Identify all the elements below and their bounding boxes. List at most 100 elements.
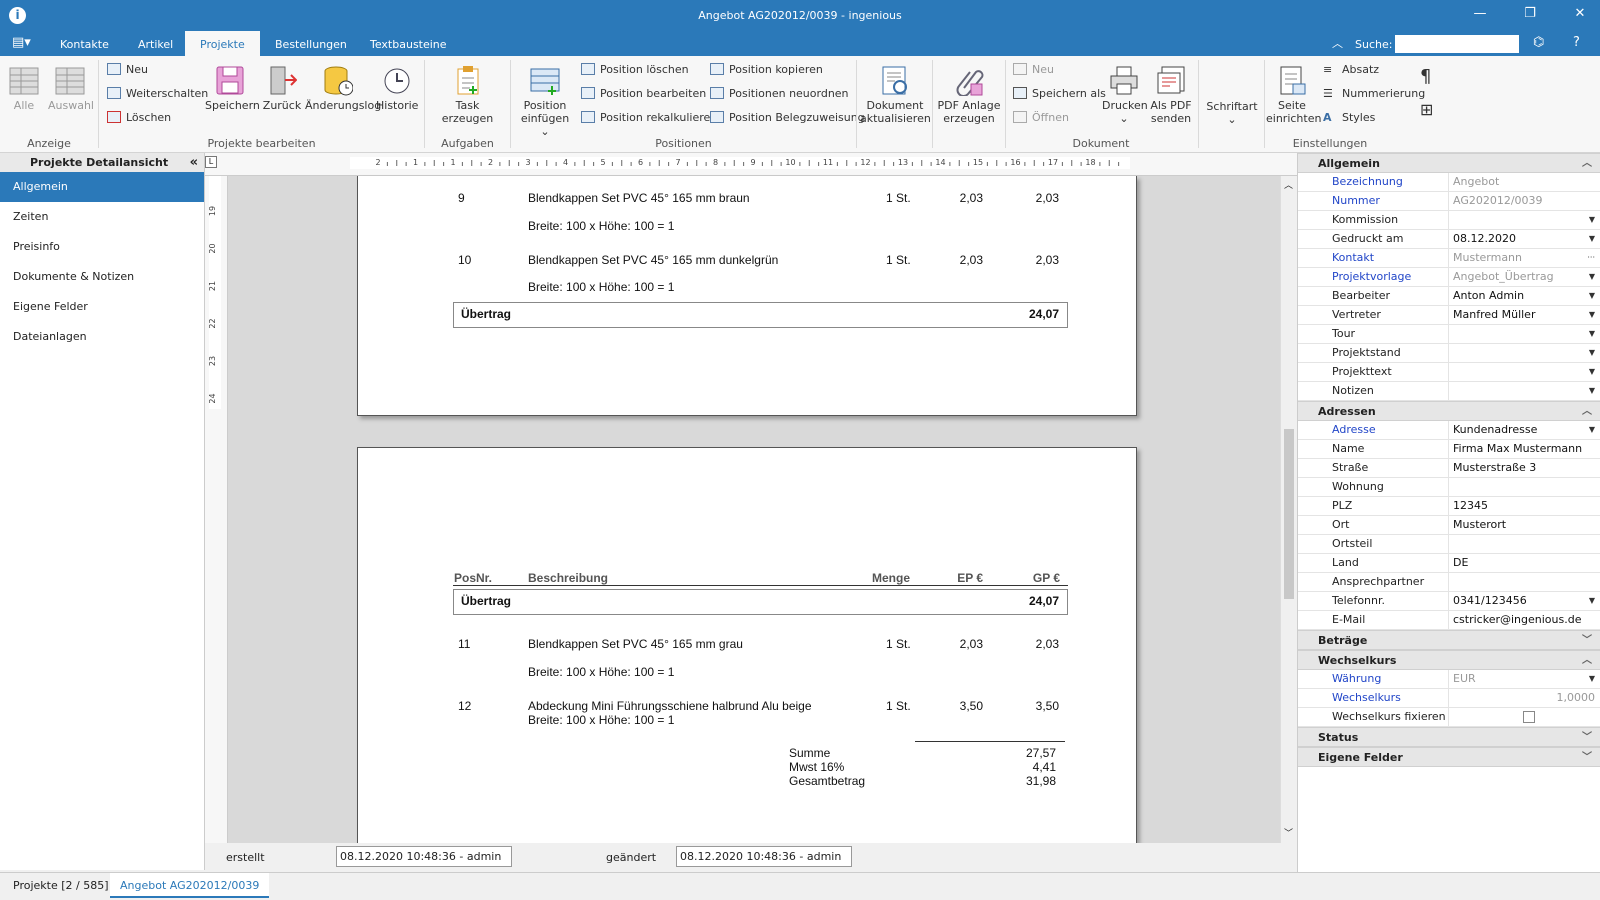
dropdown-arrow-icon[interactable]: ▼ [1589,421,1595,439]
geaendert-field[interactable]: 08.12.2020 10:48:36 - admin [676,846,852,867]
property-value[interactable] [1448,573,1600,592]
nav-item-allgemein[interactable]: Allgemein [0,172,204,202]
property-row-ansprechpartner[interactable]: Ansprechpartner [1298,573,1600,592]
property-value[interactable]: Angebot [1448,173,1600,192]
property-value[interactable]: Angebot_Übertrag ▼ [1448,268,1600,287]
property-value[interactable]: AG202012/0039 [1448,192,1600,211]
section-wechselkurs[interactable]: Wechselkurs ︿ [1298,650,1600,670]
property-row-wechselkurs[interactable]: Wechselkurs 1,0000 [1298,689,1600,708]
dropdown-arrow-icon[interactable]: ▼ [1589,382,1595,400]
historie-button[interactable]: Historie [376,64,418,112]
property-value[interactable]: Firma Max Mustermann [1448,440,1600,459]
dropdown-arrow-icon[interactable]: ▼ [1589,211,1595,229]
fix-rate-checkbox[interactable] [1523,711,1535,723]
property-row-e-mail[interactable]: E-Mail cstricker@ingenious.de [1298,611,1600,630]
property-label[interactable]: Adresse [1332,421,1376,439]
property-value[interactable]: Kundenadresse ▼ [1448,421,1600,440]
more-options-icon[interactable]: ··· [1587,249,1595,267]
nav-item-dokumente-notizen[interactable]: Dokumente & Notizen [0,262,204,292]
property-row-ortsteil[interactable]: Ortsteil [1298,535,1600,554]
property-value[interactable]: ▼ [1448,211,1600,230]
erstellt-field[interactable]: 08.12.2020 10:48:36 - admin [336,846,512,867]
document-page-2[interactable]: PosNr. Beschreibung Menge EP € GP € Über… [357,447,1137,843]
pdf-anlage-button[interactable]: PDF Anlage erzeugen [937,64,1001,125]
maximize-icon[interactable]: ❐ [1520,6,1540,21]
scrollbar-thumb[interactable] [1284,429,1294,599]
dropdown-arrow-icon[interactable]: ▼ [1589,287,1595,305]
property-value[interactable]: ▼ [1448,325,1600,344]
collapse-panel-icon[interactable]: « [190,153,198,172]
property-value[interactable]: ▼ [1448,363,1600,382]
collapse-ribbon-icon[interactable]: ︿ [1332,35,1343,51]
section-allgemein[interactable]: Allgemein ︿ [1298,153,1600,173]
property-row-bezeichnung[interactable]: Bezeichnung Angebot [1298,173,1600,192]
dropdown-arrow-icon[interactable]: ▼ [1589,230,1595,248]
tab-artikel[interactable]: Artikel [123,31,188,56]
property-row-plz[interactable]: PLZ 12345 [1298,497,1600,516]
property-value[interactable]: Manfred Müller ▼ [1448,306,1600,325]
speichern-button[interactable]: Speichern [205,64,260,112]
property-label[interactable]: Nummer [1332,192,1380,210]
property-value[interactable]: 1,0000 [1448,689,1600,708]
position-rekalkulieren-button[interactable]: Position rekalkulieren [581,110,717,126]
document-scrollbar[interactable]: ︿ ﹀ [1280,176,1297,843]
binoculars-icon[interactable]: ⌬ [1533,35,1544,50]
property-value[interactable]: 0341/123456 ▼ [1448,592,1600,611]
absatz-button[interactable]: ≡ Absatz [1323,62,1379,78]
vertical-ruler[interactable]: 19 20 21 22 23 24 [205,176,228,843]
dropdown-arrow-icon[interactable]: ▼ [1589,306,1595,324]
property-row-vertreter[interactable]: Vertreter Manfred Müller ▼ [1298,306,1600,325]
nav-item-zeiten[interactable]: Zeiten [0,202,204,232]
property-value[interactable]: 12345 [1448,497,1600,516]
property-value[interactable] [1448,478,1600,497]
tab-textbausteine[interactable]: Textbausteine [355,31,462,56]
tab-kontakte[interactable]: Kontakte [45,31,124,56]
section-eigene-felder[interactable]: Eigene Felder ﹀ [1298,747,1600,767]
tab-projekte-list[interactable]: Projekte [2 / 585] [3,873,119,898]
position-kopieren-button[interactable]: Position kopieren [710,62,823,78]
loeschen-button[interactable]: Löschen [107,110,171,126]
dropdown-arrow-icon[interactable]: ▼ [1589,363,1595,381]
scroll-down-icon[interactable]: ﹀ [1284,826,1293,839]
property-row-name[interactable]: Name Firma Max Mustermann [1298,440,1600,459]
dropdown-arrow-icon[interactable]: ▼ [1589,325,1595,343]
search-input[interactable] [1395,35,1519,53]
document-page-1[interactable]: 9 Blendkappen Set PVC 45° 165 mm braun 1… [357,176,1137,416]
drucken-button[interactable]: Drucken ⌄ [1102,64,1148,125]
nav-item-preisinfo[interactable]: Preisinfo [0,232,204,262]
pilcrow-icon[interactable]: ¶ [1420,66,1431,87]
position-einfuegen-button[interactable]: Position einfügen ⌄ [517,64,573,138]
position-belegzuweisung-button[interactable]: Position Belegzuweisung [710,110,865,126]
oeffnen-button[interactable]: Öffnen [1013,110,1069,126]
task-erzeugen-button[interactable]: Task erzeugen [430,64,505,125]
position-bearbeiten-button[interactable]: Position bearbeiten [581,86,706,102]
property-value[interactable]: EUR ▼ [1448,670,1600,689]
aenderungslog-button[interactable]: Änderungslog [305,64,381,112]
property-row-straße[interactable]: Straße Musterstraße 3 [1298,459,1600,478]
property-row-land[interactable]: Land DE [1298,554,1600,573]
property-value[interactable]: Anton Admin ▼ [1448,287,1600,306]
property-value[interactable]: Mustermann ··· [1448,249,1600,268]
dropdown-arrow-icon[interactable]: ▼ [1589,670,1595,688]
property-row-notizen[interactable]: Notizen ▼ [1298,382,1600,401]
property-value[interactable] [1448,535,1600,554]
property-row-nummer[interactable]: Nummer AG202012/0039 [1298,192,1600,211]
styles-button[interactable]: A Styles [1323,110,1375,126]
zurueck-button[interactable]: Zurück [262,64,302,112]
property-row-wechselkurs-fixieren[interactable]: Wechselkurs fixieren [1298,708,1600,727]
property-row-ort[interactable]: Ort Musterort [1298,516,1600,535]
property-row-tour[interactable]: Tour ▼ [1298,325,1600,344]
schriftart-button[interactable]: Schriftart ⌄ [1202,100,1262,126]
document-editor[interactable]: L 2 1 1 2 3 4 5 6 7 8 9 10 11 12 13 14 15 16 17 18 19 20 21 22… [205,153,1297,843]
dropdown-arrow-icon[interactable]: ▼ [1589,344,1595,362]
property-row-projektstand[interactable]: Projektstand ▼ [1298,344,1600,363]
section-betraege[interactable]: Beträge ﹀ [1298,630,1600,650]
dokument-aktualisieren-button[interactable]: Dokument aktualisieren [860,64,931,125]
property-row-bearbeiter[interactable]: Bearbeiter Anton Admin ▼ [1298,287,1600,306]
property-value[interactable]: ▼ [1448,344,1600,363]
neu-button[interactable]: Neu [107,62,148,78]
help-icon[interactable]: ? [1573,35,1580,50]
tab-projekte[interactable]: Projekte [185,31,260,56]
minimize-icon[interactable]: — [1470,6,1490,21]
property-row-projekttext[interactable]: Projekttext ▼ [1298,363,1600,382]
